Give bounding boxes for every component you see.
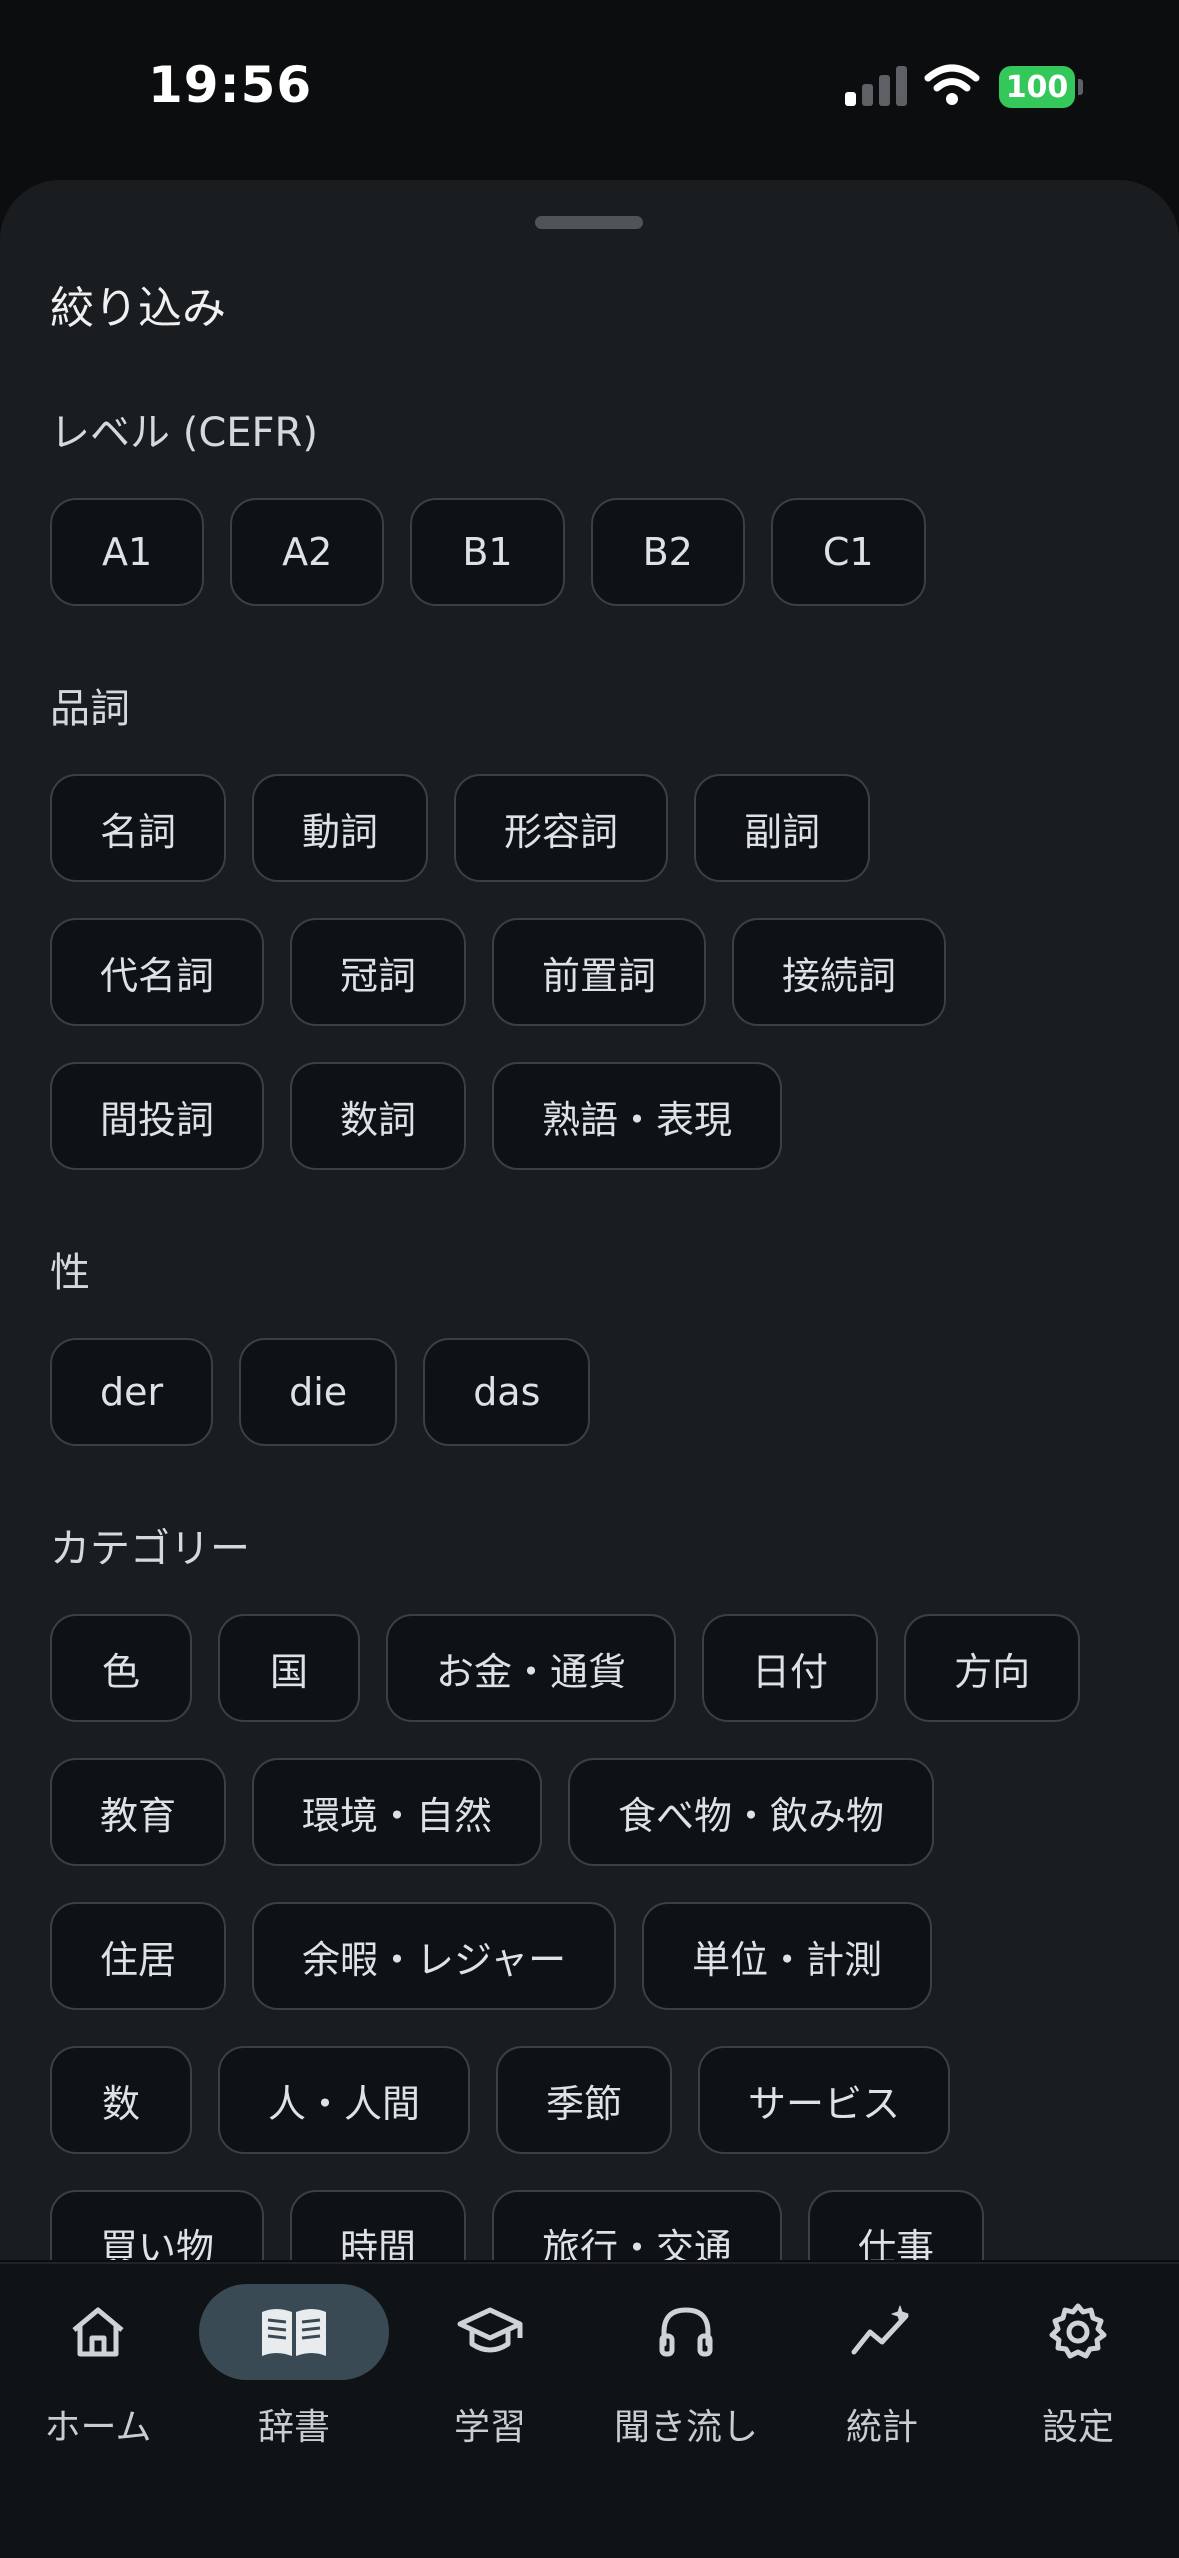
pos-chip[interactable]: 冠詞 — [290, 918, 467, 1026]
level-chip[interactable]: A1 — [50, 498, 205, 606]
category-chip-row: 買い物 時間 旅行・交通 仕事 — [50, 2190, 985, 2260]
pos-chip[interactable]: 前置詞 — [492, 918, 707, 1026]
tab-label: 統計 — [845, 2407, 918, 2448]
tab-settings[interactable]: 設定 — [980, 2282, 1176, 2482]
graduation-cap-icon — [457, 2307, 523, 2353]
book-icon — [262, 2309, 326, 2356]
tab-label: 設定 — [1041, 2407, 1114, 2448]
level-section-label: レベル (CEFR) — [50, 410, 318, 456]
status-bar: 19:56 100 — [0, 0, 1179, 170]
tab-label: 辞書 — [257, 2407, 330, 2448]
tab-label: 聞き流し — [613, 2407, 758, 2448]
battery-indicator: 100 — [999, 66, 1075, 108]
category-chip-row: 数 人・人間 季節 サービス — [50, 2046, 951, 2154]
pos-chip[interactable]: 代名詞 — [50, 918, 265, 1026]
pos-chip[interactable]: 名詞 — [50, 774, 227, 882]
pos-chip[interactable]: 熟語・表現 — [492, 1062, 783, 1170]
category-section-label: カテゴリー — [50, 1526, 250, 1572]
level-chip-row: A1 A2 B1 B2 C1 — [50, 498, 926, 606]
pos-section-label: 品詞 — [50, 686, 130, 732]
gender-chip[interactable]: das — [423, 1338, 591, 1446]
category-chip[interactable]: 単位・計測 — [642, 1902, 933, 2010]
gender-chip[interactable]: die — [239, 1338, 398, 1446]
pos-chip[interactable]: 副詞 — [694, 774, 871, 882]
bottom-tab-bar: ホーム 辞書 学習 聞き流し 統計 設定 — [0, 2262, 1179, 2558]
tab-listening[interactable]: 聞き流し — [588, 2282, 784, 2482]
pos-chip[interactable]: 数詞 — [290, 1062, 467, 1170]
category-chip[interactable]: 余暇・レジャー — [252, 1902, 617, 2010]
category-chip[interactable]: 食べ物・飲み物 — [568, 1758, 935, 1866]
sheet-title: 絞り込み — [50, 283, 226, 334]
pos-chip-row: 間投詞 数詞 熟語・表現 — [50, 1062, 783, 1170]
category-chip-row: 住居 余暇・レジャー 単位・計測 — [50, 1902, 933, 2010]
tab-dictionary[interactable]: 辞書 — [196, 2282, 392, 2482]
category-chip[interactable]: 旅行・交通 — [492, 2190, 783, 2260]
category-chip[interactable]: 色 — [50, 1614, 193, 1722]
category-chip[interactable]: 季節 — [496, 2046, 673, 2154]
level-chip[interactable]: B2 — [590, 498, 745, 606]
category-chip[interactable]: 方向 — [904, 1614, 1081, 1722]
gear-icon — [1049, 2303, 1107, 2359]
gender-chip[interactable]: der — [50, 1338, 214, 1446]
tab-label: ホーム — [44, 2407, 152, 2448]
tab-stats[interactable]: 統計 — [784, 2282, 980, 2482]
level-chip[interactable]: B1 — [410, 498, 565, 606]
category-chip[interactable]: 数 — [50, 2046, 193, 2154]
category-chip[interactable]: 仕事 — [808, 2190, 985, 2260]
pos-chip[interactable]: 接続詞 — [732, 918, 947, 1026]
category-chip[interactable]: サービス — [698, 2046, 951, 2154]
pos-chip-row: 名詞 動詞 形容詞 副詞 — [50, 774, 871, 882]
pos-chip[interactable]: 間投詞 — [50, 1062, 265, 1170]
sheet-grabber[interactable] — [535, 216, 643, 229]
gender-section-label: 性 — [50, 1250, 90, 1296]
battery-cap — [1078, 79, 1083, 95]
category-chip[interactable]: お金・通貨 — [386, 1614, 677, 1722]
category-chip[interactable]: 環境・自然 — [252, 1758, 543, 1866]
cellular-signal-icon — [845, 62, 907, 106]
category-chip[interactable]: 教育 — [50, 1758, 227, 1866]
gender-chip-row: der die das — [50, 1338, 591, 1446]
category-chip[interactable]: 住居 — [50, 1902, 227, 2010]
home-icon — [72, 2307, 124, 2357]
category-chip[interactable]: 買い物 — [50, 2190, 265, 2260]
category-chip[interactable]: 国 — [218, 1614, 361, 1722]
level-chip[interactable]: A2 — [230, 498, 385, 606]
status-time: 19:56 — [148, 56, 313, 114]
stats-icon — [851, 2305, 909, 2355]
filter-sheet: 絞り込み レベル (CEFR) A1 A2 B1 B2 C1 品詞 名詞 動詞 … — [0, 180, 1179, 2260]
pos-chip[interactable]: 形容詞 — [454, 774, 669, 882]
headphones-icon — [659, 2307, 713, 2357]
category-chip[interactable]: 時間 — [290, 2190, 467, 2260]
pos-chip[interactable]: 動詞 — [252, 774, 429, 882]
category-chip[interactable]: 日付 — [702, 1614, 879, 1722]
tab-label: 学習 — [453, 2407, 526, 2448]
tab-learning[interactable]: 学習 — [392, 2282, 588, 2482]
tab-home[interactable]: ホーム — [0, 2282, 196, 2482]
category-chip-row: 色 国 お金・通貨 日付 方向 — [50, 1614, 1081, 1722]
pos-chip-row: 代名詞 冠詞 前置詞 接続詞 — [50, 918, 947, 1026]
wifi-icon — [924, 64, 980, 105]
category-chip[interactable]: 人・人間 — [218, 2046, 471, 2154]
category-chip-row: 教育 環境・自然 食べ物・飲み物 — [50, 1758, 935, 1866]
level-chip[interactable]: C1 — [770, 498, 926, 606]
